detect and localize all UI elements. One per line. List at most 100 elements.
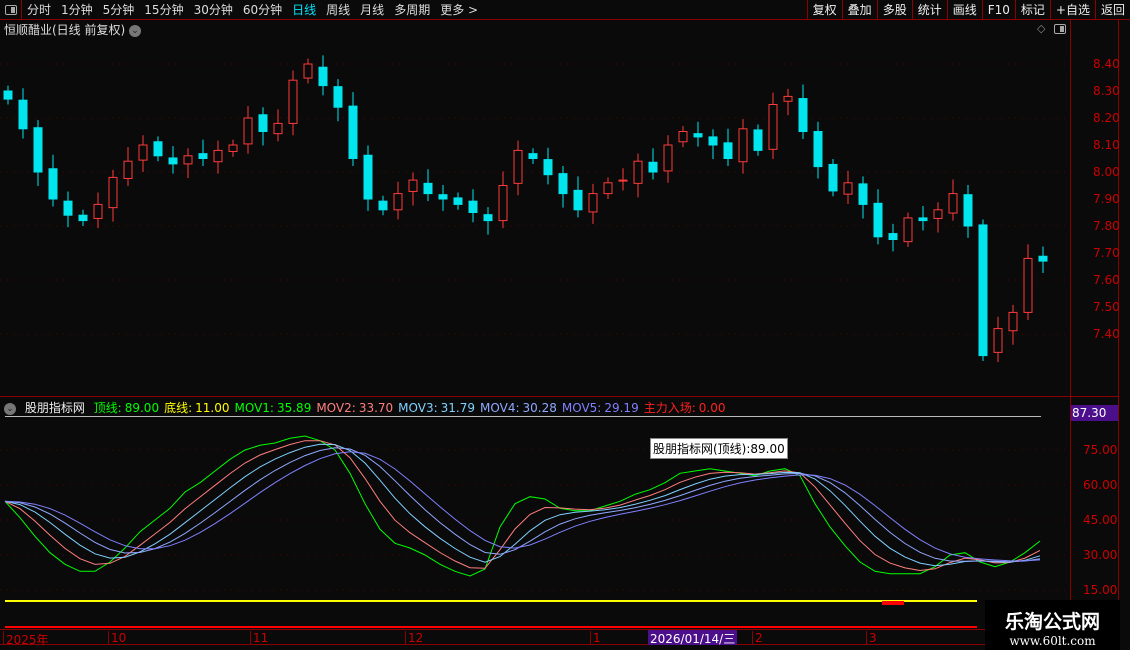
candle-up: [408, 179, 418, 192]
legend-item: 底线: 11.00: [164, 401, 229, 415]
indicator-tick-label: 75.00: [1083, 443, 1118, 457]
candle-up: [933, 209, 943, 219]
candle-down: [873, 202, 883, 238]
candle-down: [318, 66, 328, 87]
candle-up: [303, 63, 313, 79]
legend-label: MOV3:: [398, 401, 438, 415]
candle-up: [903, 217, 913, 243]
candle-down: [453, 197, 463, 205]
candle-down: [423, 182, 433, 195]
candle-down: [468, 200, 478, 214]
candle-down: [438, 194, 448, 200]
price-tick-label: 7.60: [1093, 273, 1120, 287]
watermark: 乐淘公式网 www.60lt.com: [985, 600, 1120, 650]
date-axis[interactable]: 2026/01/14/三 2025年 10 11 12 1 2 3: [0, 629, 985, 647]
candle-down: [528, 153, 538, 159]
red-baseline: [5, 626, 977, 628]
price-tick-label: 8.20: [1093, 111, 1120, 125]
candle-up: [618, 179, 628, 182]
candle-up: [138, 144, 148, 161]
date-tick-label: 2: [752, 631, 763, 645]
candle-up: [93, 203, 103, 219]
legend-label: 顶线:: [93, 401, 122, 415]
legend-value: 30.28: [522, 401, 557, 415]
candle-down: [558, 173, 568, 195]
axis-divider: [1070, 20, 1071, 650]
chevron-down-icon[interactable]: ⌄: [4, 402, 16, 415]
date-tick-label: 11: [250, 631, 268, 645]
date-tick-label: 1: [590, 631, 601, 645]
indicator-name[interactable]: 股朋指标网: [25, 401, 85, 415]
legend-value: 31.79: [440, 401, 476, 415]
legend-item: 主力入场: 0.00: [644, 401, 726, 415]
legend-value: 35.89: [276, 401, 312, 415]
legend-label: MOV5:: [561, 401, 602, 415]
date-tick-label: 12: [405, 631, 423, 645]
candle-down: [3, 90, 13, 100]
legend-value: 33.70: [358, 401, 394, 415]
mov1-line: [4, 435, 1041, 577]
legend-item: MOV2: 33.70: [316, 401, 393, 415]
legend-item: MOV1: 35.89: [234, 401, 311, 415]
chart-canvas[interactable]: [0, 0, 1130, 650]
candle-up: [738, 128, 748, 163]
candle-up: [213, 149, 223, 163]
candle-up: [498, 185, 508, 222]
indicator-tick-label: 30.00: [1083, 548, 1118, 562]
candle-down: [168, 157, 178, 165]
candle-down: [813, 131, 823, 168]
candle-up: [243, 117, 253, 145]
date-tick-label: 10: [108, 631, 126, 645]
candle-up: [183, 155, 193, 165]
indicator-tick-label: 45.00: [1083, 513, 1118, 527]
candle-down: [1038, 255, 1048, 262]
legend-value: 89.00: [124, 401, 160, 415]
candle-up: [1023, 257, 1033, 313]
indicator-tick-label: 15.00: [1083, 583, 1118, 597]
candle-up: [663, 144, 673, 172]
candle-down: [378, 200, 388, 211]
candle-up: [678, 131, 688, 143]
candle-down: [708, 136, 718, 146]
price-tick-label: 7.50: [1093, 300, 1120, 314]
price-tick-label: 8.10: [1093, 138, 1120, 152]
indicator-legend: ⌄ 股朋指标网 顶线: 89.00 底线: 11.00 MOV1: 35.89 MOV2: 3…: [4, 399, 735, 416]
candle-up: [783, 95, 793, 102]
legend-label: 底线:: [164, 401, 193, 415]
candle-down: [648, 161, 658, 173]
candle-down: [198, 153, 208, 159]
candle-down: [33, 127, 43, 173]
main-force-bar: [882, 601, 904, 605]
candle-down: [798, 98, 808, 132]
mov2-line: [4, 440, 1041, 572]
candle-down: [573, 189, 583, 211]
price-tick-label: 7.80: [1093, 219, 1120, 233]
legend-value: 29.19: [604, 401, 639, 415]
candle-up: [273, 122, 283, 135]
candle-up: [1008, 311, 1018, 332]
candle-up: [393, 193, 403, 211]
legend-value: 0.00: [698, 401, 726, 415]
candle-down: [258, 114, 268, 133]
legend-label: MOV4:: [480, 401, 520, 415]
candle-down: [858, 183, 868, 205]
legend-label: MOV2:: [316, 401, 356, 415]
value-tooltip: 股朋指标网(顶线):89.00: [650, 438, 788, 459]
candle-up: [603, 182, 613, 195]
right-info-strip[interactable]: [1118, 20, 1130, 600]
candle-down: [888, 233, 898, 240]
date-tick-label: 3: [866, 631, 877, 645]
legend-item: MOV5: 29.19: [562, 401, 639, 415]
top-line: [5, 416, 1041, 417]
candle-down: [978, 224, 988, 357]
candle-up: [948, 193, 958, 214]
candle-down: [63, 200, 73, 216]
candle-down: [348, 105, 358, 160]
candle-up: [993, 328, 1003, 353]
candle-up: [108, 176, 118, 209]
candle-up: [123, 160, 133, 179]
candle-up: [633, 160, 643, 184]
panel-separator[interactable]: [0, 396, 1118, 397]
watermark-name: 乐淘公式网: [1004, 611, 1100, 633]
candle-down: [333, 86, 343, 108]
